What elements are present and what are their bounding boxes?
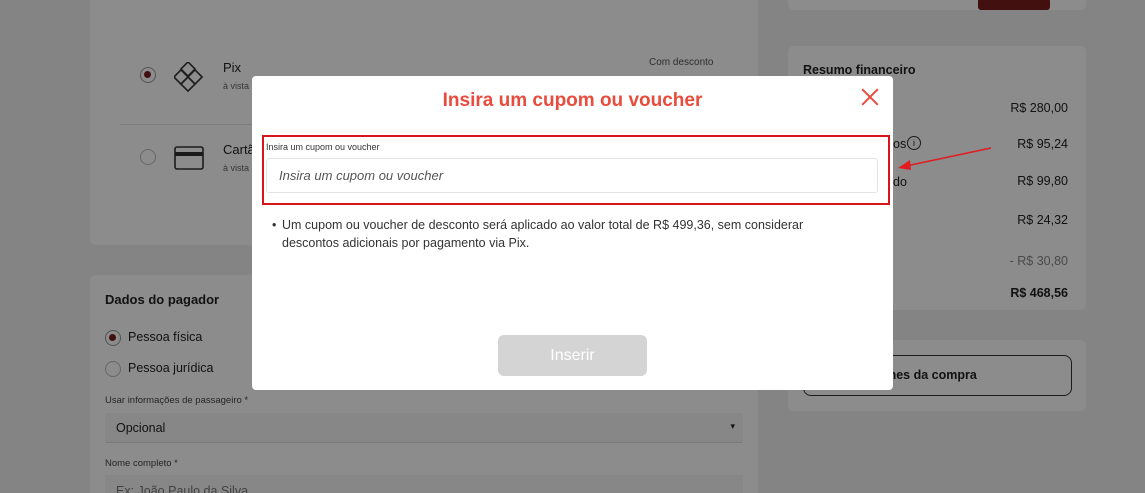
close-icon[interactable] xyxy=(859,86,881,108)
insert-button[interactable]: Inserir xyxy=(498,335,647,376)
coupon-input-label: Insira um cupom ou voucher xyxy=(266,142,380,152)
coupon-note: Um cupom ou voucher de desconto será apl… xyxy=(272,216,862,252)
coupon-modal: Insira um cupom ou voucher Insira um cup… xyxy=(252,76,893,390)
modal-title: Insira um cupom ou voucher xyxy=(442,90,703,111)
annotation-arrow-icon xyxy=(898,147,992,170)
coupon-input[interactable] xyxy=(266,158,878,193)
